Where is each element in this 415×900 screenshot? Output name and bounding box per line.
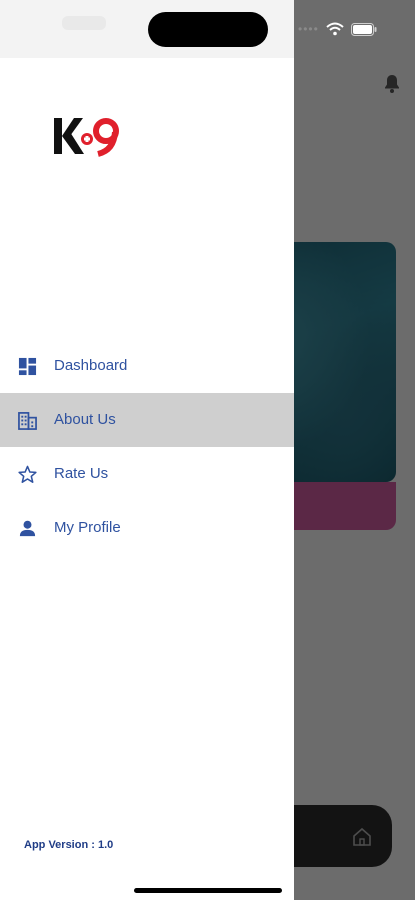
wifi-icon: [326, 22, 344, 36]
dynamic-island: [148, 12, 268, 47]
menu-item-label: Dashboard: [54, 357, 128, 374]
person-icon: [19, 520, 36, 537]
dashboard-icon: [18, 357, 37, 376]
battery-icon: [350, 22, 377, 36]
drawer-menu: Dashboard About Us Rate Us My Profile: [0, 339, 294, 555]
building-icon: [18, 412, 37, 430]
navigation-drawer: Dashboard About Us Rate Us My Profile Ap…: [0, 58, 294, 900]
menu-item-label: Rate Us: [54, 465, 109, 482]
status-indicators: ••••: [298, 22, 377, 36]
menu-item-dashboard[interactable]: Dashboard: [0, 339, 294, 393]
app-version: App Version : 1.0: [24, 839, 114, 851]
k9-logo: [54, 118, 119, 157]
menu-item-label: My Profile: [54, 519, 121, 536]
menu-item-rate-us[interactable]: Rate Us: [0, 447, 294, 501]
home-indicator[interactable]: [134, 888, 282, 893]
menu-item-my-profile[interactable]: My Profile: [0, 501, 294, 555]
status-time: [62, 16, 106, 30]
menu-item-about-us[interactable]: About Us: [0, 393, 294, 447]
star-icon: [18, 465, 37, 483]
menu-item-label: About Us: [54, 411, 116, 428]
signal-icon: ••••: [298, 22, 319, 36]
